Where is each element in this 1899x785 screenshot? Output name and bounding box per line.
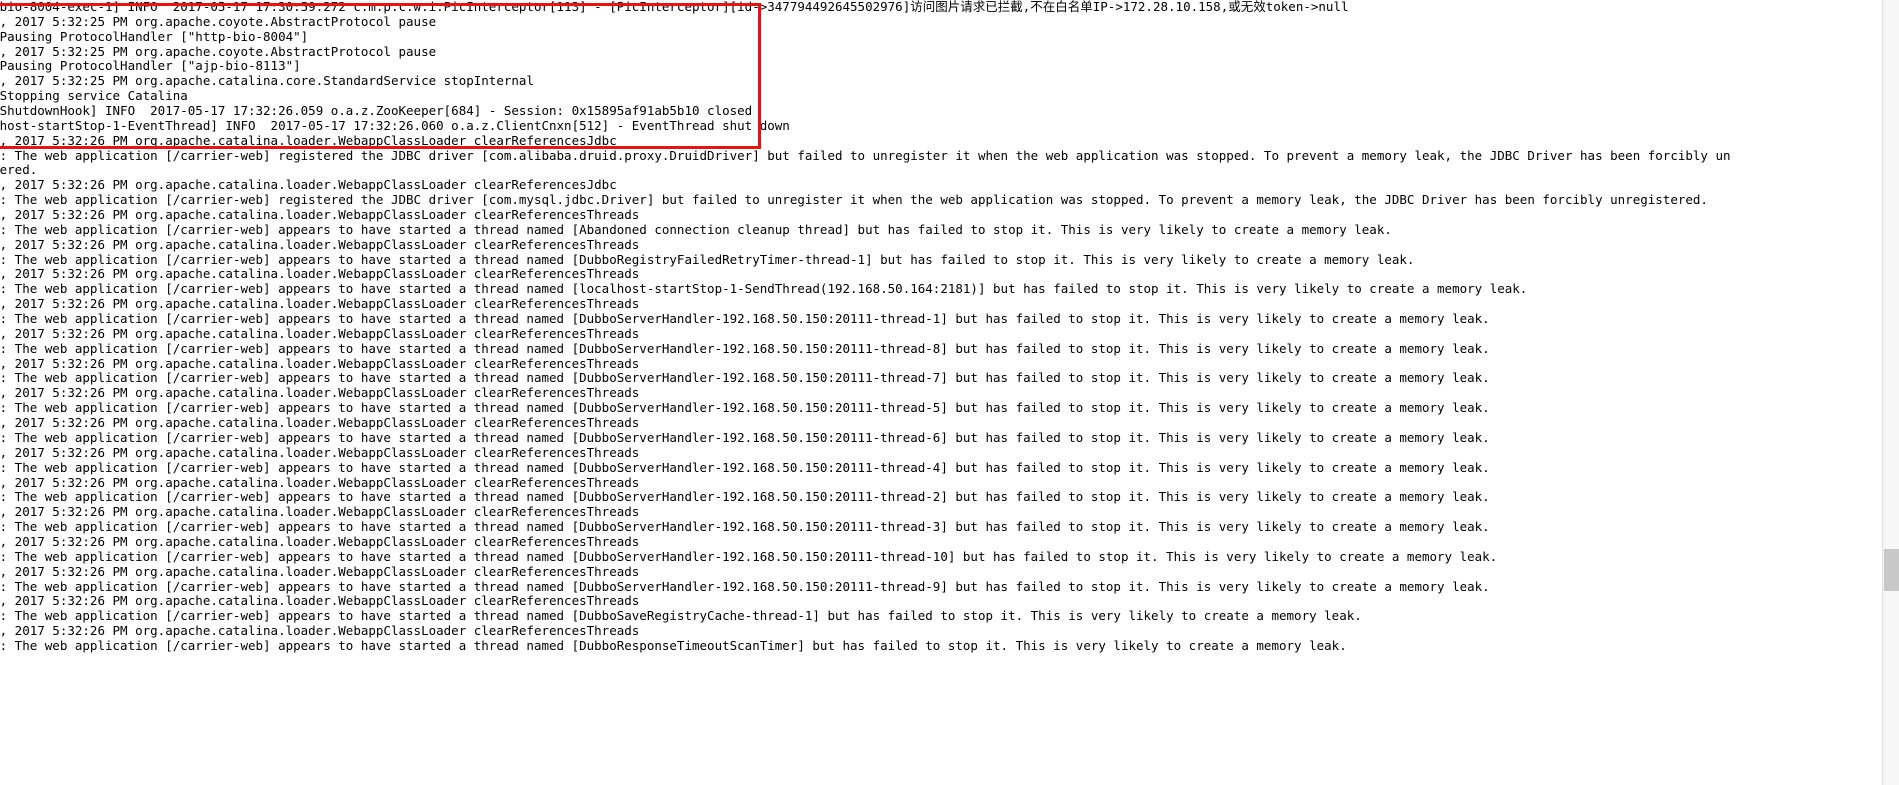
log-line: ay 17, 2017 5:32:26 PM org.apache.catali… (0, 177, 617, 193)
log-line: ay 17, 2017 5:32:26 PM org.apache.catali… (0, 563, 640, 579)
log-line: ay 17, 2017 5:32:26 PM org.apache.catali… (0, 623, 640, 639)
log-line: localhost-startStop-1-EventThread] INFO … (0, 117, 790, 133)
log-line: ay 17, 2017 5:32:26 PM org.apache.catali… (0, 593, 640, 609)
log-line: ay 17, 2017 5:32:26 PM org.apache.catali… (0, 415, 640, 431)
log-line: NFO: Pausing ProtocolHandler ["ajp-bio-8… (0, 58, 301, 74)
log-line: egistered. (0, 162, 38, 178)
log-line: NFO: Pausing ProtocolHandler ["http-bio-… (0, 28, 309, 44)
log-line: NFO: Stopping service Catalina (0, 88, 188, 104)
log-line: EVERE: The web application [/carrier-web… (0, 147, 1731, 163)
log-line: EVERE: The web application [/carrier-web… (0, 637, 1347, 653)
log-line: EVERE: The web application [/carrier-web… (0, 192, 1708, 208)
log-console-window: http-bio-8004-exec-1] INFO 2017-05-17 17… (0, 0, 1899, 785)
log-line: EVERE: The web application [/carrier-web… (0, 370, 1490, 386)
log-line: ay 17, 2017 5:32:26 PM org.apache.catali… (0, 266, 640, 282)
log-line: ay 17, 2017 5:32:25 PM org.apache.coyote… (0, 13, 437, 29)
log-line: ay 17, 2017 5:32:26 PM org.apache.catali… (0, 385, 640, 401)
log-line: EVERE: The web application [/carrier-web… (0, 281, 1528, 297)
log-line: ay 17, 2017 5:32:25 PM org.apache.catali… (0, 73, 534, 89)
log-line: EVERE: The web application [/carrier-web… (0, 578, 1490, 594)
log-line: ay 17, 2017 5:32:26 PM org.apache.catali… (0, 132, 617, 148)
log-line: EVERE: The web application [/carrier-web… (0, 519, 1490, 535)
scrollbar-track-lower[interactable] (1884, 591, 1899, 785)
log-line: ay 17, 2017 5:32:26 PM org.apache.catali… (0, 207, 640, 223)
log-line: EVERE: The web application [/carrier-web… (0, 251, 1415, 267)
log-line: EVERE: The web application [/carrier-web… (0, 548, 1498, 564)
log-line: EVERE: The web application [/carrier-web… (0, 340, 1490, 356)
vertical-scrollbar[interactable] (1882, 0, 1899, 785)
log-line: ay 17, 2017 5:32:26 PM org.apache.catali… (0, 325, 640, 341)
log-line: ay 17, 2017 5:32:26 PM org.apache.catali… (0, 533, 640, 549)
log-line: http-bio-8004-exec-1] INFO 2017-05-17 17… (0, 0, 1349, 14)
log-line: EVERE: The web application [/carrier-web… (0, 311, 1490, 327)
log-line: EVERE: The web application [/carrier-web… (0, 489, 1490, 505)
log-line: EVERE: The web application [/carrier-web… (0, 608, 1362, 624)
log-line: DubboShutdownHook] INFO 2017-05-17 17:32… (0, 103, 753, 119)
scrollbar-track-upper[interactable] (1884, 0, 1899, 549)
log-line: ay 17, 2017 5:32:26 PM org.apache.catali… (0, 504, 640, 520)
log-line: ay 17, 2017 5:32:26 PM org.apache.catali… (0, 236, 640, 252)
log-line: EVERE: The web application [/carrier-web… (0, 400, 1490, 416)
log-line: EVERE: The web application [/carrier-web… (0, 459, 1490, 475)
log-line: ay 17, 2017 5:32:26 PM org.apache.catali… (0, 444, 640, 460)
log-line: ay 17, 2017 5:32:26 PM org.apache.catali… (0, 355, 640, 371)
scrollbar-thumb[interactable] (1884, 549, 1899, 591)
log-line: ay 17, 2017 5:32:26 PM org.apache.catali… (0, 474, 640, 490)
log-line: ay 17, 2017 5:32:25 PM org.apache.coyote… (0, 43, 437, 59)
log-line: EVERE: The web application [/carrier-web… (0, 429, 1490, 445)
log-line-list: http-bio-8004-exec-1] INFO 2017-05-17 17… (0, 0, 1731, 654)
log-output-area[interactable]: http-bio-8004-exec-1] INFO 2017-05-17 17… (0, 0, 1860, 785)
log-line: ay 17, 2017 5:32:26 PM org.apache.catali… (0, 296, 640, 312)
log-line: EVERE: The web application [/carrier-web… (0, 221, 1392, 237)
